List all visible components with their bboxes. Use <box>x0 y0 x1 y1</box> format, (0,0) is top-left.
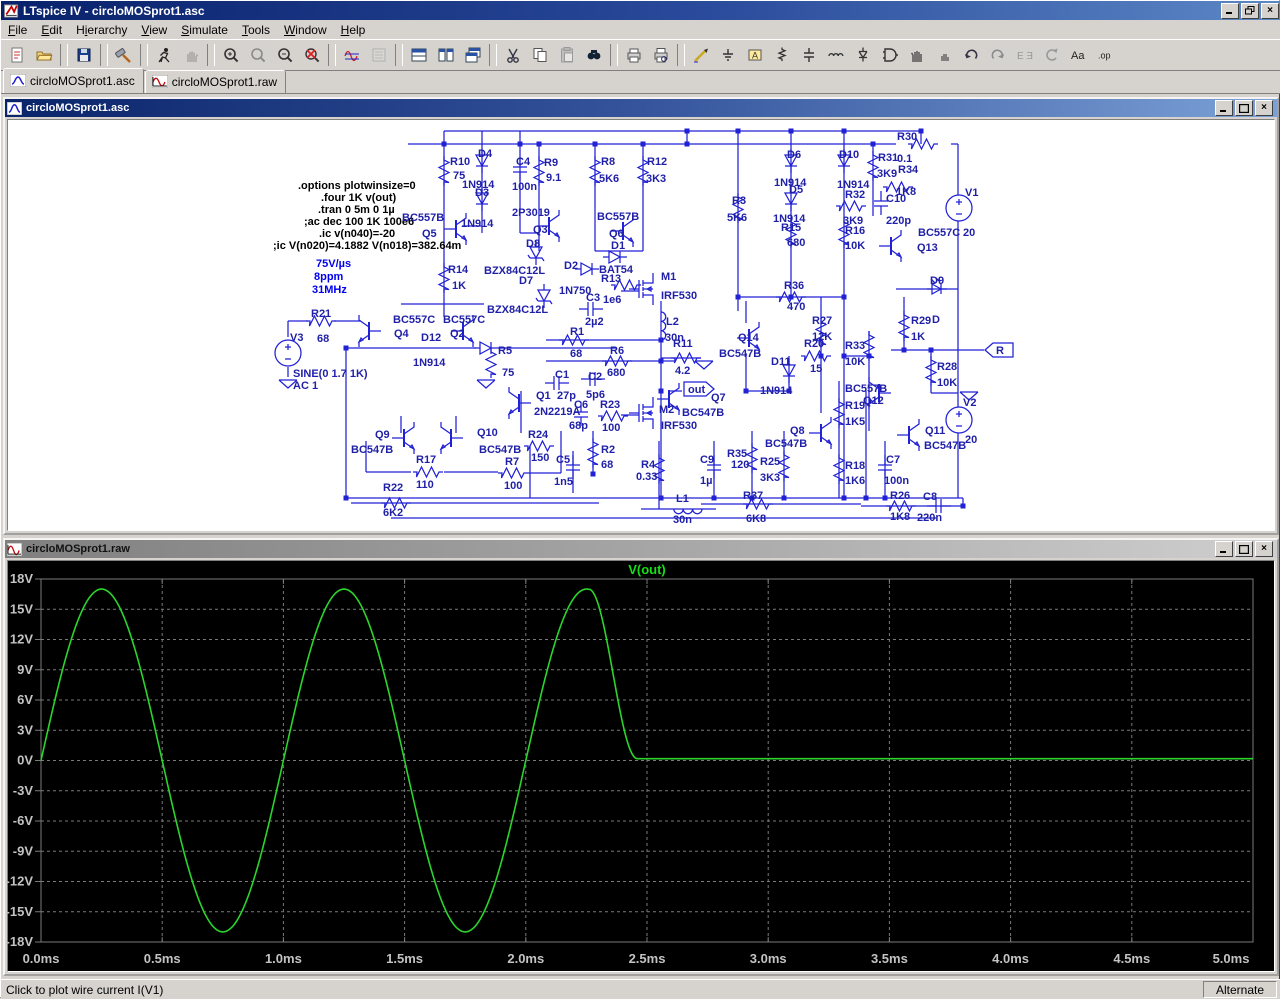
waveform-window: circloMOSprot1.raw × <box>3 538 1279 976</box>
redo-icon[interactable] <box>984 42 1011 69</box>
toolbar-separator <box>328 44 336 66</box>
pan-icon[interactable] <box>365 42 392 69</box>
waveform-window-title: circloMOSprot1.raw <box>26 543 130 555</box>
status-message: Click to plot wire current I(V1) <box>1 983 163 997</box>
waveform-icon <box>7 543 22 556</box>
waveform-minimize-button[interactable] <box>1215 541 1233 557</box>
waveform-close-button[interactable]: × <box>1255 541 1273 557</box>
waveform-maximize-button[interactable] <box>1235 541 1253 557</box>
ltspice-main-window: LTspice IV - circloMOSprot1.asc × FileEd… <box>0 0 1280 998</box>
resistor-icon[interactable] <box>768 42 795 69</box>
schematic-maximize-button[interactable] <box>1235 100 1253 116</box>
save-icon[interactable] <box>70 42 97 69</box>
toolbar-separator <box>489 44 497 66</box>
status-bar: Click to plot wire current I(V1) Alterna… <box>1 979 1280 999</box>
print-preview-icon[interactable] <box>647 42 674 69</box>
new-schematic-icon[interactable] <box>3 42 30 69</box>
text-icon[interactable]: Aa <box>1065 42 1092 69</box>
cut-icon[interactable] <box>499 42 526 69</box>
tab-bar: circloMOSprot1.asccircloMOSprot1.raw <box>1 71 1280 94</box>
toolbar-separator <box>610 44 618 66</box>
label-net-icon[interactable]: A <box>741 42 768 69</box>
undo-icon[interactable] <box>957 42 984 69</box>
print-icon[interactable] <box>620 42 647 69</box>
zoom-in-icon[interactable] <box>217 42 244 69</box>
tile-vertical-icon[interactable] <box>432 42 459 69</box>
control-panel-icon[interactable] <box>110 42 137 69</box>
rotate-icon[interactable] <box>1038 42 1065 69</box>
main-title-bar[interactable]: LTspice IV - circloMOSprot1.asc × <box>1 1 1280 20</box>
app-icon <box>4 4 19 18</box>
schematic-title-bar[interactable]: circloMOSprot1.asc × <box>5 99 1277 117</box>
menu-simulate[interactable]: Simulate <box>174 21 235 39</box>
zoom-out-icon[interactable] <box>271 42 298 69</box>
schematic-canvas[interactable] <box>7 119 1275 531</box>
menu-hierarchy[interactable]: Hierarchy <box>69 21 134 39</box>
inductor-icon[interactable] <box>822 42 849 69</box>
toolbar-separator <box>60 44 68 66</box>
schematic-icon <box>7 102 22 115</box>
waveform-icon <box>152 75 168 88</box>
waveform-canvas[interactable] <box>7 560 1275 972</box>
toolbar-separator <box>395 44 403 66</box>
move-icon[interactable] <box>903 42 930 69</box>
menu-window[interactable]: Window <box>277 21 334 39</box>
copy-icon[interactable] <box>526 42 553 69</box>
diode-icon[interactable] <box>849 42 876 69</box>
find-icon[interactable] <box>580 42 607 69</box>
ground-icon[interactable] <box>714 42 741 69</box>
menu-view[interactable]: View <box>134 21 174 39</box>
mirror-icon[interactable]: EE <box>1011 42 1038 69</box>
svg-text:A: A <box>751 51 757 61</box>
status-mode-badge: Alternate <box>1203 981 1277 998</box>
schematic-window-title: circloMOSprot1.asc <box>26 102 129 114</box>
window-title: LTspice IV - circloMOSprot1.asc <box>23 4 205 18</box>
toolbar-separator <box>100 44 108 66</box>
drag-icon[interactable] <box>930 42 957 69</box>
paste-icon[interactable] <box>553 42 580 69</box>
schematic-minimize-button[interactable] <box>1215 100 1233 116</box>
menu-file[interactable]: File <box>1 21 34 39</box>
open-icon[interactable] <box>30 42 57 69</box>
tab-circloMOSprot1.asc[interactable]: circloMOSprot1.asc <box>3 68 144 93</box>
toolbar-separator <box>207 44 215 66</box>
schematic-icon <box>10 74 26 87</box>
menu-bar: FileEditHierarchyViewSimulateToolsWindow… <box>1 20 1280 40</box>
restore-button[interactable] <box>1241 3 1259 19</box>
zoom-back-icon[interactable] <box>244 42 271 69</box>
toolbar: A EE Aa .op <box>1 39 1280 71</box>
minimize-button[interactable] <box>1221 3 1239 19</box>
svg-text:E: E <box>1026 51 1033 62</box>
halt-icon[interactable] <box>177 42 204 69</box>
spice-directive-icon[interactable]: .op <box>1092 42 1119 69</box>
toolbar-separator <box>140 44 148 66</box>
svg-text:E: E <box>1017 51 1024 62</box>
autorange-icon[interactable] <box>338 42 365 69</box>
toolbar-separator <box>677 44 685 66</box>
close-button[interactable]: × <box>1261 3 1279 19</box>
menu-help[interactable]: Help <box>334 21 373 39</box>
tab-circloMOSprot1.raw[interactable]: circloMOSprot1.raw <box>145 70 286 93</box>
cascade-icon[interactable] <box>459 42 486 69</box>
schematic-window: circloMOSprot1.asc × <box>3 97 1279 535</box>
run-icon[interactable] <box>150 42 177 69</box>
waveform-title-bar[interactable]: circloMOSprot1.raw × <box>5 540 1277 558</box>
schematic-close-button[interactable]: × <box>1255 100 1273 116</box>
capacitor-icon[interactable] <box>795 42 822 69</box>
menu-tools[interactable]: Tools <box>235 21 277 39</box>
component-icon[interactable] <box>876 42 903 69</box>
zoom-full-icon[interactable] <box>298 42 325 69</box>
svg-text:Aa: Aa <box>1071 50 1085 62</box>
svg-text:.op: .op <box>1098 51 1111 61</box>
menu-edit[interactable]: Edit <box>34 21 69 39</box>
wire-icon[interactable] <box>687 42 714 69</box>
tile-horizontal-icon[interactable] <box>405 42 432 69</box>
